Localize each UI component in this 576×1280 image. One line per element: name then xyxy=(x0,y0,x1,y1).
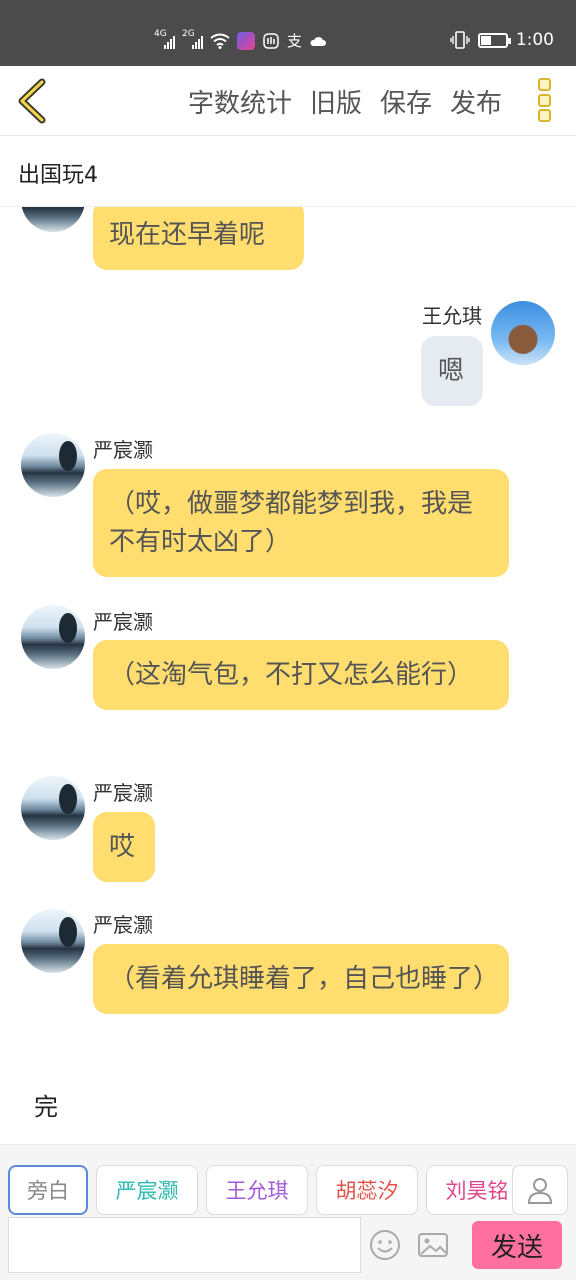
alipay-icon: 支 xyxy=(287,32,303,50)
publish-button[interactable]: 发布 xyxy=(450,83,502,120)
vibrate-icon xyxy=(450,31,470,49)
ending-text: 完 xyxy=(34,1093,58,1121)
character-chip-narration[interactable]: 旁白 xyxy=(8,1165,88,1215)
message-input[interactable] xyxy=(8,1217,361,1273)
hand-icon xyxy=(263,32,279,49)
chapter-title: 出国玩4 xyxy=(18,163,98,188)
word-count-button[interactable]: 字数统计 xyxy=(188,83,292,120)
old-version-button[interactable]: 旧版 xyxy=(310,83,362,120)
top-toolbar: 字数统计 旧版 保存 发布 xyxy=(0,66,576,136)
avatar[interactable] xyxy=(21,776,85,840)
wifi-icon xyxy=(210,33,230,49)
message-bubble[interactable]: 现在还早着呢 xyxy=(93,207,304,270)
compose-bar: 旁白 严宸灏 王允琪 胡蕊汐 刘昊铭 发送 xyxy=(0,1144,576,1280)
cloud-icon xyxy=(310,36,327,46)
status-icons: 4G 2G 支 xyxy=(154,29,327,51)
character-chip[interactable]: 刘昊铭 xyxy=(426,1165,512,1215)
person-icon[interactable] xyxy=(512,1165,568,1215)
save-button[interactable]: 保存 xyxy=(380,83,432,120)
speaker-name: 王允琪 xyxy=(422,304,482,328)
avatar[interactable] xyxy=(21,207,85,232)
message-bubble[interactable]: （哎，做噩梦都能梦到我，我是不有时太凶了） xyxy=(93,469,509,577)
avatar[interactable] xyxy=(21,433,85,497)
back-arrow-icon[interactable] xyxy=(14,78,54,124)
header-actions: 字数统计 旧版 保存 发布 xyxy=(188,66,502,136)
avatar[interactable] xyxy=(491,301,555,365)
speaker-name: 严宸灏 xyxy=(93,781,153,805)
more-icon[interactable] xyxy=(538,78,554,122)
chat-area[interactable]: 现在还早着呢 王允琪 嗯 严宸灏 （哎，做噩梦都能梦到我，我是不有时太凶了） 严… xyxy=(0,207,576,1144)
chapter-title-bar[interactable]: 出国玩4 xyxy=(0,137,576,207)
character-chip[interactable]: 严宸灏 xyxy=(96,1165,198,1215)
emoji-icon[interactable] xyxy=(369,1229,401,1261)
character-chip[interactable]: 王允琪 xyxy=(206,1165,308,1215)
avatar[interactable] xyxy=(21,605,85,669)
speaker-name: 严宸灏 xyxy=(93,913,153,937)
image-icon[interactable] xyxy=(417,1229,449,1261)
signal-icon: 4G xyxy=(154,29,175,49)
message-bubble[interactable]: （看着允琪睡着了，自己也睡了） xyxy=(93,944,509,1014)
speaker-name: 严宸灏 xyxy=(93,610,153,634)
message-bubble[interactable]: 嗯 xyxy=(421,336,483,406)
message-bubble[interactable]: （这淘气包，不打又怎么能行） xyxy=(93,640,509,710)
character-chip[interactable]: 胡蕊汐 xyxy=(316,1165,418,1215)
app-notification-icon xyxy=(237,31,255,50)
avatar[interactable] xyxy=(21,909,85,973)
speaker-name: 严宸灏 xyxy=(93,438,153,462)
status-bar: 4G 2G 支 1:00 xyxy=(0,0,576,66)
status-right: 1:00 xyxy=(450,30,554,50)
signal-icon-2: 2G xyxy=(182,29,203,49)
send-button[interactable]: 发送 xyxy=(472,1221,562,1269)
character-selector[interactable]: 旁白 严宸灏 王允琪 胡蕊汐 刘昊铭 xyxy=(8,1165,512,1215)
message-bubble[interactable]: 哎 xyxy=(93,812,155,882)
clock: 1:00 xyxy=(515,30,554,50)
battery-icon xyxy=(477,32,511,48)
